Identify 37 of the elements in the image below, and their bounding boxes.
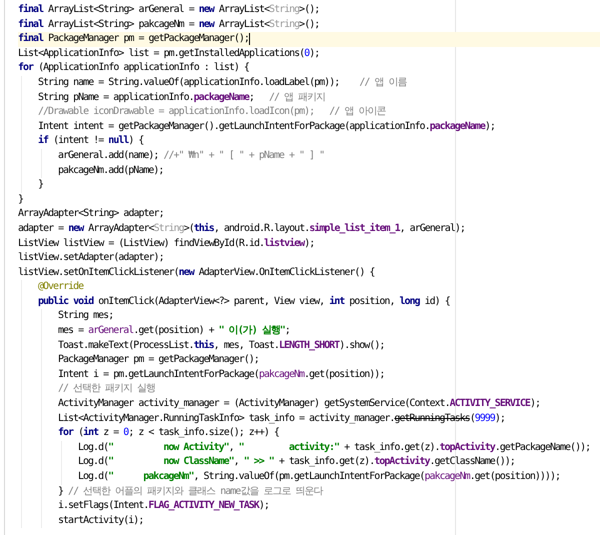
code-line: listView.setAdapter(adapter); — [18, 251, 164, 266]
code-line: Intent i = pm.getLaunchIntentForPackage(pakcageNm.get(position)); — [58, 368, 384, 382]
code-line: } // 선택한 어플의 패키지와 클래스 name값을 로그로 띄운다 — [58, 484, 322, 499]
code-line: ArrayAdapter<String> adapter; — [18, 207, 164, 222]
code-line: final ArrayList<String> arGeneral = new ArrayList<String>(); — [18, 3, 320, 17]
code-line: if (intent != null) { — [38, 134, 144, 148]
code-line: i.setFlags(Intent.FLAG_ACTIVITY_NEW_TASK); — [58, 499, 269, 514]
code-line: Toast.makeText(ProcessList.this, mes, Toast.LENGTH_SHORT).show(); — [58, 338, 384, 353]
code-line: String mes; — [58, 309, 114, 324]
code-line: for (ApplicationInfo applicationInfo : list) { — [18, 61, 249, 76]
code-line: for (int z = 0; z < task_info.size(); z++) { — [58, 426, 279, 440]
code-line: //Drawable iconDrawable = applicationInfo.loadIcon(pm); // 앱 아이콘 — [38, 105, 386, 120]
code-line: Log.d(" now Activity", " activity:" + task_info.get(z).topActivity.getPackageName()); — [78, 440, 590, 455]
code-line: Intent intent = getPackageManager().getLaunchIntentForPackage(applicationInfo.packageName); — [38, 120, 495, 134]
code-line: startActivity(i); — [58, 514, 144, 528]
code-line: List<ActivityManager.RunningTaskInfo> task_info = activity_manager.getRunningTasks(9999); — [58, 412, 505, 426]
text-cursor — [248, 33, 250, 46]
code-line: Log.d(" pakcageNm", String.valueOf(pm.getLaunchIntentForPackage(pakcageNm.get(position)))); — [78, 470, 560, 484]
code-line: // 선택한 패키지 실행 — [58, 382, 156, 396]
code-line: String name = String.valueOf(applicationInfo.loadLabel(pm)); // 앱 이름 — [38, 76, 406, 90]
code-line: adapter = new ArrayAdapter<String>(this, android.R.layout.simple_list_item_1, arGeneral); — [18, 222, 465, 236]
code-line: final ArrayList<String> pakcageNm = new ArrayList<String>(); — [18, 18, 320, 32]
code-line: public void onItemClick(AdapterView<?> parent, View view, int position, long id) { — [38, 294, 450, 309]
code-line: mes = arGeneral.get(position) + " 이(가) 실행"; — [58, 324, 290, 338]
code-line: String pName = applicationInfo.packageName; // 앱 패키지 — [38, 90, 326, 105]
code-line: } — [38, 178, 44, 192]
code-line: pakcageNm.add(pName); — [58, 164, 164, 178]
code-line: ListView listView = (ListView) findViewById(R.id.listview); — [18, 236, 314, 250]
code-line: Log.d(" now ClassName", " >> " + task_info.get(z).topActivity.getClassName()); — [78, 455, 515, 470]
code-line: @Override — [38, 280, 84, 294]
code-line: PackageManager pm = getPackageManager(); — [58, 353, 259, 368]
code-line: final PackageManager pm = getPackageManager(); — [18, 32, 249, 46]
code-line: arGeneral.add(name); //+" ₩n" + " [ " + pName + " ] " — [58, 148, 324, 163]
code-line: listView.setOnItemClickListener(new AdapterView.OnItemClickListener() { — [18, 266, 374, 280]
code-line: } — [18, 192, 24, 207]
code-line: ActivityManager activity_manager = (ActivityManager) getSystemService(Context.ACTIVITY_SERVICE); — [58, 397, 540, 412]
code-line: List<ApplicationInfo> list = pm.getInstalledApplications(0); — [18, 46, 320, 61]
